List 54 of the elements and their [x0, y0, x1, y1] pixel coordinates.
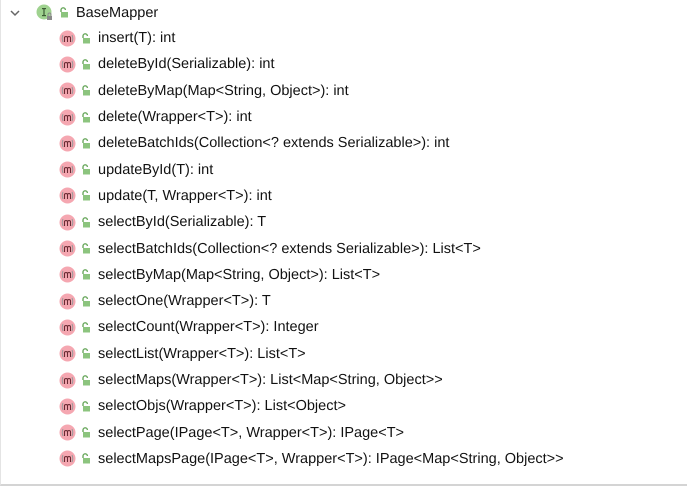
interface-icon [36, 4, 54, 22]
method-icon [59, 82, 76, 100]
lock-icon [81, 190, 91, 202]
tree-item[interactable]: updateById(T): int [98, 162, 214, 178]
tree-item[interactable]: deleteBatchIds(Collection<? extends Serializable>): int [98, 135, 450, 152]
tree-item[interactable]: selectByMap(Map<String, Object>): List<T> [98, 266, 380, 283]
method-icon [59, 240, 76, 258]
lock-icon [81, 164, 91, 176]
method-icon [59, 266, 76, 284]
method-icon [59, 30, 76, 47]
method-icon [59, 187, 76, 204]
lock-icon [81, 374, 91, 386]
tree-item[interactable]: update(T, Wrapper<T>): int [98, 188, 272, 204]
lock-icon [81, 400, 91, 412]
method-icon [59, 450, 76, 468]
tree-item[interactable]: insert(T): int [98, 30, 176, 46]
method-icon [59, 214, 76, 231]
lock-icon [81, 216, 91, 228]
method-icon [59, 398, 76, 415]
lock-icon [81, 427, 91, 438]
tree-item[interactable]: selectObjs(Wrapper<T>): List<Object> [98, 398, 346, 414]
tree-item[interactable]: deleteByMap(Map<String, Object>): int [98, 82, 349, 99]
tree-item[interactable]: selectBatchIds(Collection<? extends Serializable>): List<T> [98, 240, 481, 257]
method-icon [59, 108, 76, 126]
lock-icon [81, 322, 91, 333]
lock-icon [81, 138, 91, 149]
method-icon [59, 372, 76, 388]
method-icon [59, 318, 76, 336]
method-icon [59, 292, 76, 310]
method-icon [59, 56, 76, 73]
lock-icon [81, 243, 91, 254]
lock-icon [81, 453, 91, 464]
lock-icon [81, 112, 91, 123]
lock-icon [81, 296, 91, 307]
method-icon [59, 424, 76, 442]
tree-item[interactable]: selectList(Wrapper<T>): List<T> [98, 346, 306, 362]
tree-item[interactable]: delete(Wrapper<T>): int [98, 109, 252, 126]
tree-item[interactable]: BaseMapper [76, 4, 158, 20]
tree-item[interactable]: selectMaps(Wrapper<T>): List<Map<String, Object>> [98, 372, 443, 388]
lock-icon [81, 348, 91, 360]
lock-icon [81, 32, 91, 44]
lock-icon [81, 58, 91, 70]
tree-item[interactable]: deleteById(Serializable): int [98, 56, 275, 72]
tree-item[interactable]: selectOne(Wrapper<T>): T [98, 293, 271, 310]
lock-icon [81, 269, 91, 280]
tree-item[interactable]: selectById(Serializable): T [98, 214, 266, 230]
method-icon [59, 161, 76, 178]
lock-icon [59, 7, 69, 18]
method-icon [59, 134, 76, 152]
tree-item[interactable]: selectCount(Wrapper<T>): Integer [98, 319, 319, 336]
tree-item[interactable]: selectMapsPage(IPage<T>, Wrapper<T>): IPage<Map<String, Object>> [98, 450, 564, 467]
lock-icon [81, 85, 91, 96]
tree-item[interactable]: selectPage(IPage<T>, Wrapper<T>): IPage<T> [98, 424, 404, 441]
method-icon [59, 345, 76, 362]
